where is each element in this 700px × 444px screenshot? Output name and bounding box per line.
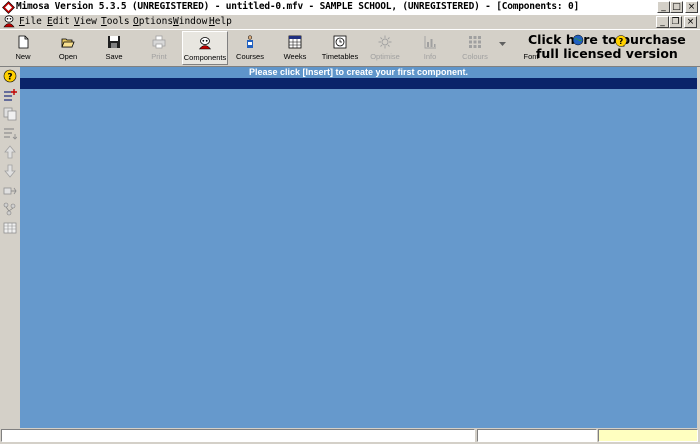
clock-calendar-icon: [333, 35, 347, 49]
menu-help[interactable]: Help: [209, 15, 232, 28]
menu-edit[interactable]: Edit: [47, 15, 70, 28]
save-button[interactable]: Save: [97, 31, 131, 65]
optimise-sun-icon: [378, 35, 392, 49]
components-icon: [198, 37, 212, 50]
info-chart-icon: [424, 36, 436, 49]
minimize-button[interactable]: _: [657, 1, 670, 13]
status-panel-highlight: [598, 429, 698, 442]
calendar-grid-icon: [288, 35, 302, 49]
components-pane[interactable]: Please click [Insert] to create your fir…: [20, 67, 697, 428]
status-panel-main: [1, 429, 475, 442]
print-button[interactable]: Print: [142, 31, 176, 65]
colours-dropdown-arrow-icon[interactable]: [499, 42, 506, 47]
table-grid-icon[interactable]: [3, 221, 17, 235]
svg-text:?: ?: [7, 73, 12, 83]
timetables-button[interactable]: Timetables: [320, 31, 360, 65]
menu-options[interactable]: Options: [133, 15, 173, 28]
menu-view[interactable]: View: [74, 15, 97, 28]
mdi-minimize-button[interactable]: _: [656, 16, 669, 28]
component-tree-icon[interactable]: [3, 202, 17, 216]
svg-text:?: ?: [619, 37, 624, 46]
title-bar: Mimosa Version 5.3.5 (UNREGISTERED) - un…: [0, 0, 700, 15]
courses-icon: [247, 35, 253, 48]
sort-list-icon[interactable]: [3, 126, 17, 140]
mimosa-app-icon[interactable]: [2, 1, 15, 14]
menu-bar: File Edit View Tools Options Window Help…: [0, 15, 700, 29]
copy-component-icon[interactable]: [3, 107, 17, 121]
globe-icon: [572, 34, 584, 46]
weeks-button[interactable]: Weeks: [278, 31, 312, 65]
colour-grid-icon: [469, 36, 481, 48]
document-window-icon[interactable]: [2, 15, 16, 28]
menu-window[interactable]: Window: [173, 15, 207, 28]
help-icon[interactable]: ?: [3, 69, 17, 83]
selected-row-bar[interactable]: [20, 78, 697, 89]
components-button[interactable]: Components: [182, 31, 228, 65]
menu-tools[interactable]: Tools: [101, 15, 130, 28]
window-title: Mimosa Version 5.3.5 (UNREGISTERED) - un…: [16, 1, 579, 12]
status-panel-middle: [477, 429, 597, 442]
folder-open-icon: [61, 38, 75, 48]
open-button[interactable]: Open: [51, 31, 85, 65]
mdi-close-button[interactable]: ×: [684, 16, 697, 28]
optimise-button[interactable]: Optimise: [367, 31, 403, 65]
printer-icon: [152, 35, 166, 49]
left-tool-strip: ?: [0, 67, 20, 428]
help-question-icon[interactable]: ?: [615, 35, 627, 47]
status-bar: [0, 428, 700, 444]
floppy-disk-icon: [108, 36, 120, 48]
close-button[interactable]: ×: [685, 1, 698, 13]
purchase-line-2: full licensed version: [535, 46, 678, 61]
courses-button[interactable]: Courses: [232, 31, 268, 65]
new-document-icon: [18, 35, 29, 49]
purchase-line-1: Click here to purchase: [528, 32, 686, 47]
colours-button[interactable]: Colours: [457, 31, 493, 65]
move-up-icon[interactable]: [3, 145, 17, 159]
component-link-icon[interactable]: [3, 183, 17, 197]
mdi-restore-button[interactable]: ❐: [669, 16, 682, 28]
maximize-button[interactable]: □: [670, 1, 683, 13]
move-down-icon[interactable]: [3, 164, 17, 178]
insert-component-icon[interactable]: [3, 88, 17, 102]
insert-hint-text: Please click [Insert] to create your fir…: [248, 67, 469, 77]
hint-header: Please click [Insert] to create your fir…: [20, 67, 697, 78]
new-button[interactable]: New: [6, 31, 40, 65]
menu-file[interactable]: File: [19, 15, 42, 28]
purchase-link[interactable]: Click here to purchase full licensed ver…: [528, 33, 686, 61]
info-button[interactable]: Info: [413, 31, 447, 65]
